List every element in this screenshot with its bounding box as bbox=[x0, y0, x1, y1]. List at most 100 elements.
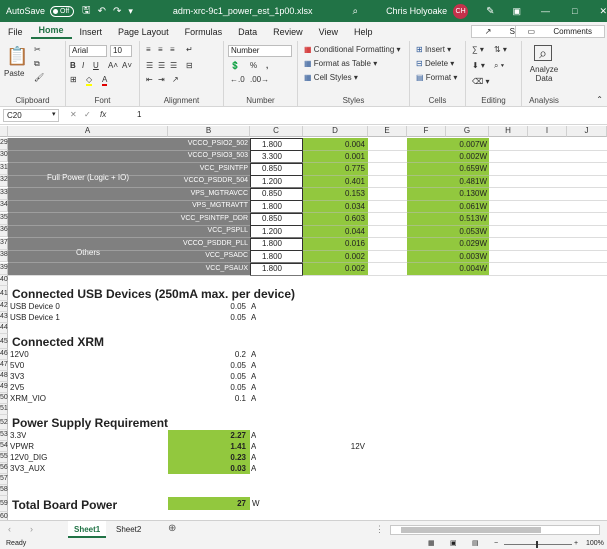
name-box[interactable]: C20 bbox=[3, 109, 59, 122]
current-value[interactable]: 0.775 bbox=[303, 164, 365, 174]
clear-icon[interactable]: ⌫ ▾ bbox=[472, 77, 490, 86]
power-value[interactable]: 0.659W bbox=[446, 164, 487, 174]
power-value[interactable]: 0.007W bbox=[446, 140, 487, 150]
tab-review[interactable]: Review bbox=[265, 27, 311, 37]
row-header[interactable]: 40 bbox=[0, 275, 8, 286]
power-value[interactable]: 0.061W bbox=[446, 202, 487, 212]
select-all-corner[interactable] bbox=[0, 126, 8, 137]
column-header-e[interactable]: E bbox=[368, 126, 407, 137]
prev-sheet-icon[interactable]: ‹ bbox=[8, 524, 11, 534]
zoom-level[interactable]: 100% bbox=[586, 539, 604, 549]
ribbon-display-icon[interactable]: ▣ bbox=[512, 6, 521, 17]
column-header-h[interactable]: H bbox=[489, 126, 528, 137]
power-value[interactable]: 0.003W bbox=[446, 252, 487, 262]
tab-file[interactable]: File bbox=[0, 27, 31, 37]
page-layout-view-icon[interactable]: ▣ bbox=[450, 539, 457, 549]
scroll-thumb[interactable] bbox=[401, 527, 541, 533]
power-value[interactable]: 0.004W bbox=[446, 264, 487, 274]
row-value[interactable]: 0.05 bbox=[168, 302, 246, 312]
find-select-icon[interactable]: ⌕ ▾ bbox=[494, 61, 504, 71]
pen-icon[interactable]: ✎ bbox=[486, 6, 494, 17]
row-header[interactable]: 39 bbox=[0, 262, 8, 275]
row-value[interactable]: 0.2 bbox=[168, 350, 246, 360]
row-header[interactable]: 53 bbox=[0, 430, 8, 441]
power-value[interactable]: 0.513W bbox=[446, 214, 487, 224]
row-value[interactable]: 2.27 bbox=[168, 431, 246, 441]
row-header[interactable]: 35 bbox=[0, 212, 8, 225]
page-break-view-icon[interactable]: ▤ bbox=[472, 539, 479, 549]
cell-styles-button[interactable]: ▦ Cell Styles ▾ bbox=[304, 73, 358, 82]
analyze-data-button[interactable]: Analyze Data bbox=[524, 65, 564, 83]
column-header-d[interactable]: D bbox=[303, 126, 368, 137]
format-as-table-button[interactable]: ▦ Format as Table ▾ bbox=[304, 59, 377, 68]
column-header-c[interactable]: C bbox=[250, 126, 303, 137]
customize-qat-icon[interactable]: ▾ bbox=[128, 6, 133, 17]
borders-icon[interactable]: ⊞ bbox=[70, 75, 77, 84]
zoom-out-icon[interactable]: − bbox=[494, 539, 498, 549]
current-value[interactable]: 0.603 bbox=[303, 214, 365, 224]
bold-icon[interactable]: B bbox=[70, 61, 76, 70]
comments-button[interactable]: ▭ Comments bbox=[514, 25, 605, 38]
row-value[interactable]: 0.03 bbox=[168, 464, 246, 474]
row-header[interactable]: 47 bbox=[0, 360, 8, 371]
copy-icon[interactable]: ⧉ bbox=[34, 59, 40, 69]
current-value[interactable]: 0.004 bbox=[303, 140, 365, 150]
formula-input[interactable]: 1 bbox=[137, 110, 141, 119]
paste-icon[interactable]: 📋 bbox=[6, 46, 28, 67]
search-icon[interactable]: ⌕ bbox=[352, 6, 358, 17]
undo-icon[interactable]: ↶ bbox=[98, 6, 106, 17]
row-value[interactable]: 0.23 bbox=[168, 453, 246, 463]
tab-help[interactable]: Help bbox=[346, 27, 381, 37]
power-value[interactable]: 0.002W bbox=[446, 152, 487, 162]
row-header[interactable]: 42 bbox=[0, 301, 8, 312]
row-header[interactable]: 31 bbox=[0, 162, 8, 175]
current-value[interactable]: 0.002 bbox=[303, 252, 365, 262]
redo-icon[interactable]: ↷ bbox=[113, 6, 121, 17]
power-value[interactable]: 0.130W bbox=[446, 189, 487, 199]
column-header-i[interactable]: I bbox=[528, 126, 567, 137]
power-value[interactable]: 0.481W bbox=[446, 177, 487, 187]
row-header[interactable]: 55 bbox=[0, 452, 8, 463]
analyze-data-icon[interactable]: ⌕ bbox=[534, 45, 552, 61]
sort-filter-icon[interactable]: ⇅ ▾ bbox=[494, 45, 507, 54]
row-header[interactable]: 52 bbox=[0, 415, 8, 430]
merge-icon[interactable]: ⊟ bbox=[186, 61, 193, 70]
tab-formulas[interactable]: Formulas bbox=[177, 27, 231, 37]
format-painter-icon[interactable]: 🖌 bbox=[34, 73, 44, 82]
current-value[interactable]: 0.044 bbox=[303, 227, 365, 237]
align-bottom-icon[interactable]: ≡ bbox=[170, 45, 175, 54]
row-value[interactable]: 0.05 bbox=[168, 372, 246, 382]
sheet-bar-resize-icon[interactable]: ⋮ bbox=[375, 524, 384, 535]
row-header[interactable]: 33 bbox=[0, 187, 8, 200]
tab-data[interactable]: Data bbox=[230, 27, 265, 37]
paste-button[interactable]: Paste bbox=[4, 69, 24, 78]
shrink-font-icon[interactable]: A˅ bbox=[122, 61, 132, 70]
row-header[interactable]: 29 bbox=[0, 138, 8, 150]
autosum-icon[interactable]: ∑ ▾ bbox=[472, 45, 484, 54]
current-value[interactable]: 0.001 bbox=[303, 152, 365, 162]
underline-icon[interactable]: U bbox=[93, 61, 99, 70]
increase-decimal-icon[interactable]: ←.0 bbox=[230, 75, 245, 84]
column-header-a[interactable]: A bbox=[8, 126, 168, 137]
row-value[interactable]: 1.41 bbox=[168, 442, 246, 452]
column-header-g[interactable]: G bbox=[446, 126, 489, 137]
row-header[interactable]: 51 bbox=[0, 404, 8, 415]
row-value[interactable]: 0.05 bbox=[168, 383, 246, 393]
italic-icon[interactable]: I bbox=[82, 61, 84, 70]
tab-home[interactable]: Home bbox=[30, 25, 72, 39]
tab-view[interactable]: View bbox=[311, 27, 346, 37]
normal-view-icon[interactable]: ▦ bbox=[428, 539, 435, 549]
tab-insert[interactable]: Insert bbox=[72, 27, 111, 37]
align-center-icon[interactable]: ☰ bbox=[158, 61, 165, 70]
column-header-j[interactable]: J bbox=[567, 126, 607, 137]
row-header[interactable]: 46 bbox=[0, 349, 8, 360]
insert-cells-button[interactable]: ⊞ Insert ▾ bbox=[416, 45, 451, 54]
align-left-icon[interactable]: ☰ bbox=[146, 61, 153, 70]
row-header[interactable]: 32 bbox=[0, 175, 8, 188]
total-power-value[interactable]: 27 bbox=[168, 499, 246, 509]
row-header[interactable]: 56 bbox=[0, 463, 8, 474]
fill-color-icon[interactable]: ◇ bbox=[86, 75, 93, 86]
conditional-formatting-button[interactable]: ▦ Conditional Formatting ▾ bbox=[304, 45, 401, 54]
enter-icon[interactable]: ✓ bbox=[84, 110, 91, 119]
horizontal-scrollbar[interactable] bbox=[390, 525, 600, 535]
